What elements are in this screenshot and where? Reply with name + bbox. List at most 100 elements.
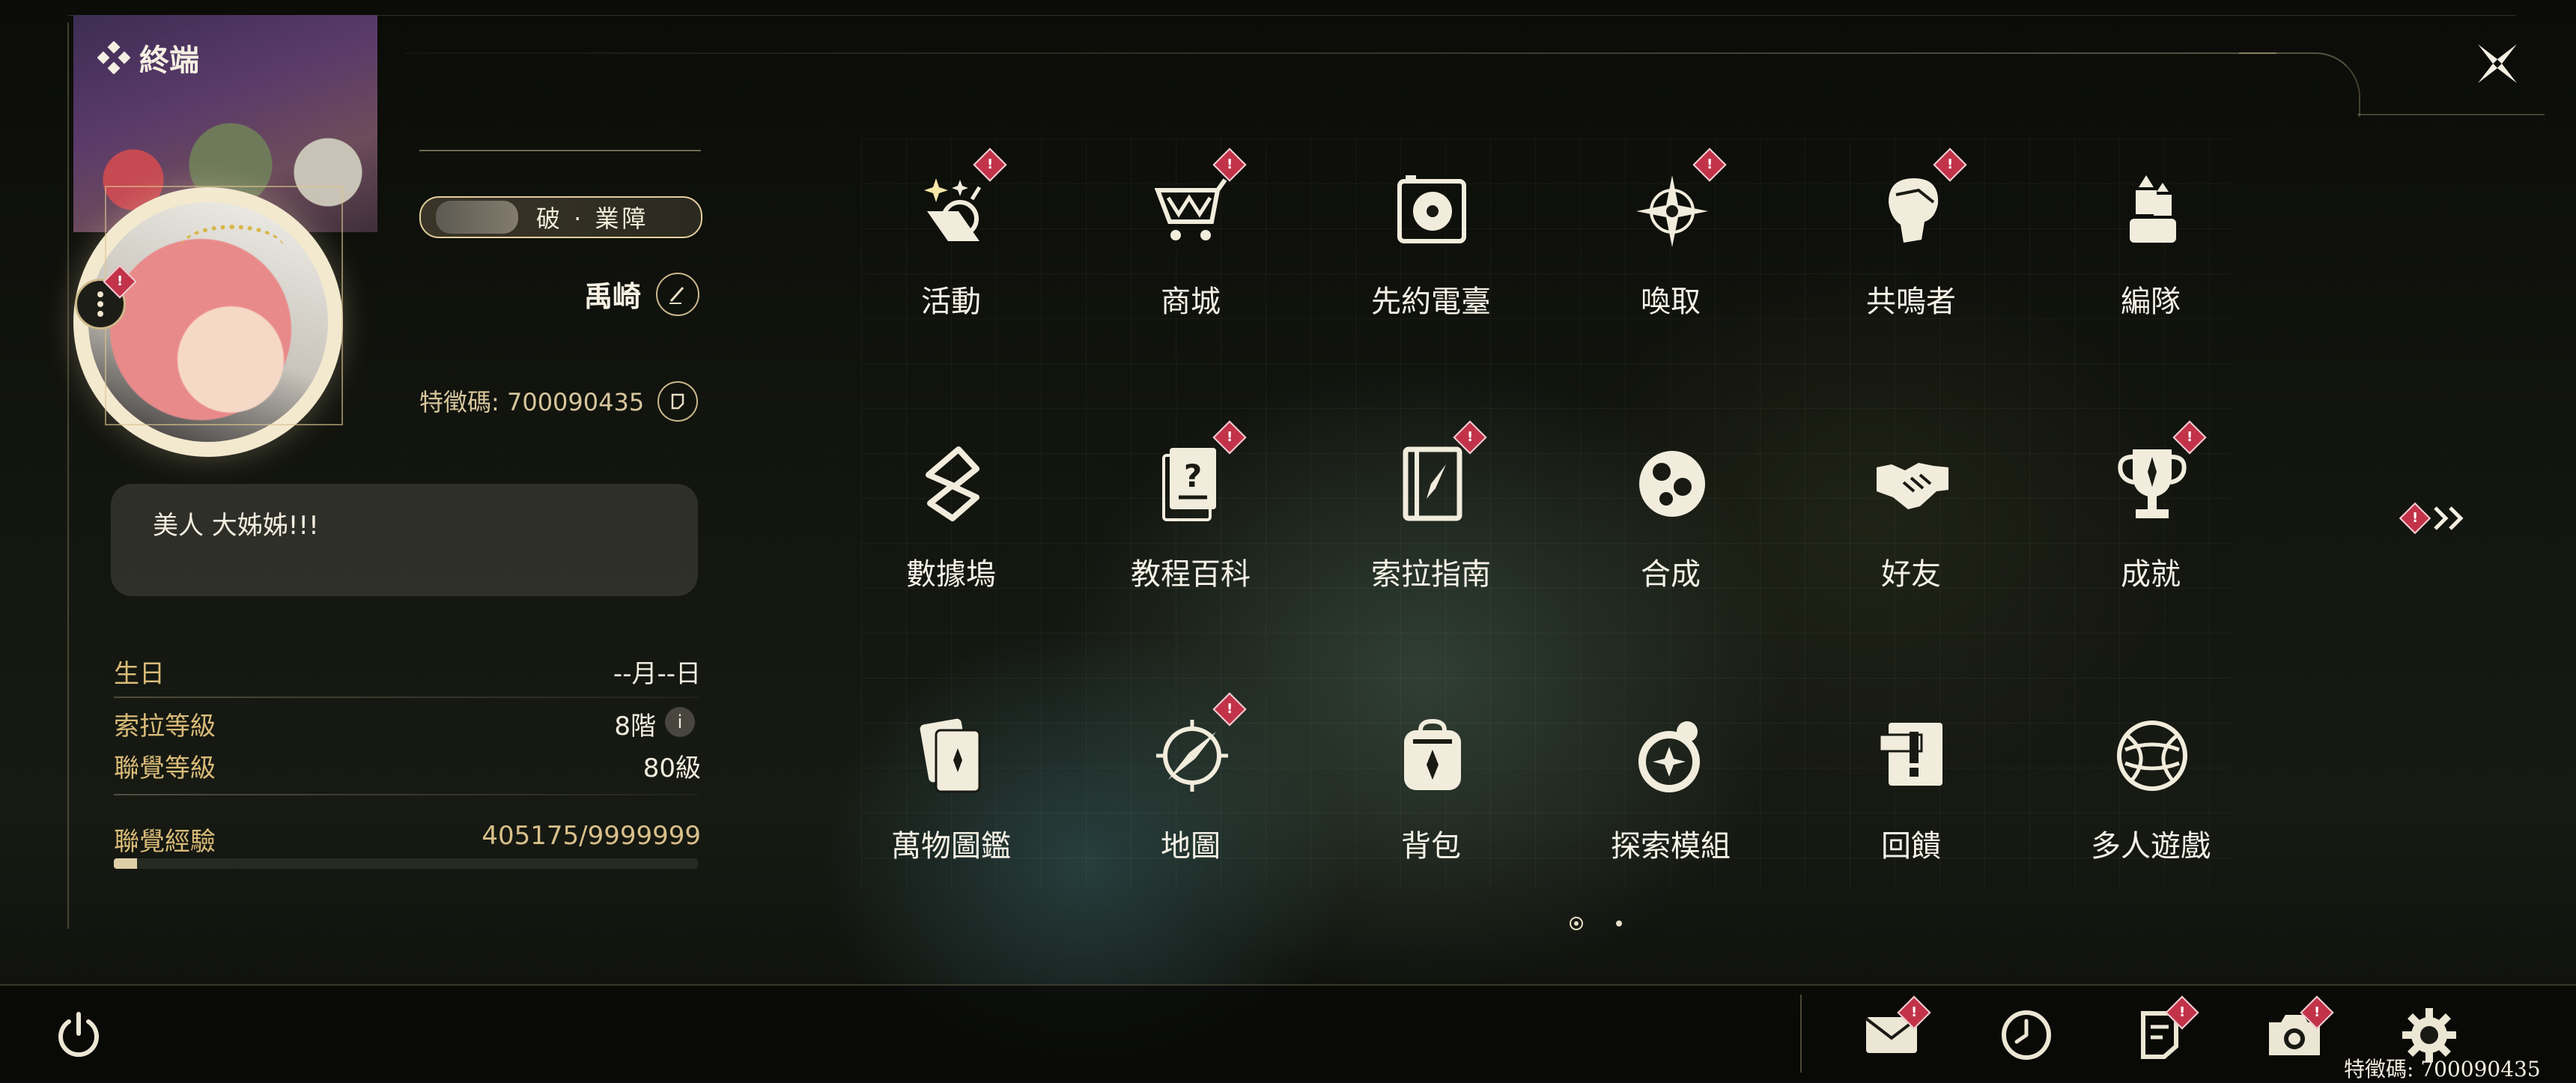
menu-item-label: 合成 [1641,557,1701,592]
menu-item-explore-module[interactable]: 探索模組 [1558,679,1783,904]
menu-item-synthesis[interactable]: 合成 [1558,407,1783,632]
menu-item-data-dock[interactable]: 數據塢 [839,407,1063,632]
menu-item-label: 探索模組 [1611,829,1731,864]
header-divider [404,52,2276,54]
copy-uid-button[interactable] [657,381,698,422]
menu-item-trophy[interactable]: ! 成就 [2038,407,2263,632]
terminal-title-text: 終端 [139,43,199,78]
team-formation-icon [2113,172,2191,250]
menu-item-label: 商城 [1161,285,1221,319]
profile-divider [419,150,701,151]
left-panel-rail [67,22,69,929]
menu-item-shopping-cart[interactable]: ! 商城 [1078,135,1303,360]
menu-item-turntable[interactable]: 先約電臺 [1319,135,1543,360]
union-level-label: 聯覺等級 [114,753,216,783]
mail-button[interactable]: ! [1862,995,1931,1064]
menu-item-character-head[interactable]: ! 共鳴者 [1799,135,2023,360]
menu-item-label: 喚取 [1641,285,1701,319]
menu-item-label: 地圖 [1161,829,1221,864]
menu-item-label: 活動 [921,285,981,319]
uid-label: 特徵碼: [419,388,499,416]
bottom-bar-divider [1800,995,1802,1073]
menu-item-label: 索拉指南 [1371,557,1491,592]
menu-item-label: 好友 [1881,557,1941,592]
menu-item-label: 背包 [1401,829,1461,864]
info-icon[interactable]: i [665,707,695,737]
menu-item-handshake[interactable]: 好友 [1799,407,2023,632]
menu-item-card-catalog[interactable]: 萬物圖鑑 [839,679,1063,904]
menu-grid-background [861,139,2232,888]
bottom-uid-text: 特徵碼: 700090435 [2344,1057,2541,1082]
page-dot[interactable] [1616,920,1622,926]
handshake-icon [1874,445,1951,523]
menu-item-label: 先約電臺 [1371,285,1491,319]
title-badge-thumbnail [436,201,518,234]
signature-text: 美人 大姊姊!!! [153,511,319,541]
menu-item-multiplayer-globe[interactable]: 多人遊戲 [2038,679,2263,904]
menu-item-label: 成就 [2121,557,2181,592]
sola-level-value: 8階 [614,712,656,741]
close-button[interactable] [2471,37,2524,90]
explore-module-icon [1633,717,1711,795]
guide-book-icon [1394,445,1471,523]
notice-button[interactable]: ! [2130,995,2199,1064]
union-exp-bar [114,858,698,869]
menu-item-label: 回饋 [1881,829,1941,864]
uid-value: 700090435 [506,388,645,416]
stat-divider [114,697,698,698]
union-level-value: 80級 [643,753,701,783]
compass-star-icon [1633,172,1711,250]
next-page-button[interactable]: ! [2399,502,2471,535]
menu-item-team-formation[interactable]: 編隊 [2038,135,2263,360]
camera-button[interactable]: ! [2264,995,2334,1064]
tutorial-book-icon: ? [1153,445,1231,523]
header-corner-curve [2239,52,2360,117]
bottom-bar [0,984,2576,1080]
copy-icon [671,393,684,410]
signature-box[interactable]: 美人 大姊姊!!! [111,484,698,596]
power-button[interactable] [52,1008,105,1061]
multiplayer-globe-icon [2113,717,2191,795]
sola-level-label: 索拉等級 [114,712,216,741]
page-dot-active[interactable] [1570,917,1583,930]
player-uid: 特徵碼: 700090435 [419,383,644,418]
character-head-icon [1874,172,1951,250]
power-icon [58,1012,99,1058]
page-indicator [1570,917,1622,930]
terminal-title: 終端 [97,36,199,79]
menu-item-feedback[interactable]: 回饋 [1799,679,2023,904]
next-page-alert-icon: ! [2399,502,2431,535]
player-name: 禹崎 [583,280,641,313]
menu-item-guide-book[interactable]: ! 索拉指南 [1319,407,1543,632]
terminal-diamond-icon [97,41,130,74]
menu-item-map-compass[interactable]: ! 地圖 [1078,679,1303,904]
turntable-icon [1394,172,1471,250]
trophy-icon [2113,445,2191,523]
union-exp-fill [114,858,138,869]
menu-item-label: 多人遊戲 [2091,829,2211,864]
birthday-label: 生日 [114,659,165,689]
menu-item-label: 教程百科 [1131,557,1251,592]
card-catalog-icon [914,717,991,795]
menu-item-sparkle-clock[interactable]: ! 活動 [839,135,1063,360]
birthday-value: --月--日 [613,659,701,689]
edit-name-button[interactable] [656,273,699,316]
stat-divider [114,794,698,795]
clock-icon [2002,1010,2051,1060]
synthesis-icon [1633,445,1711,523]
clock-button[interactable] [1996,1007,2056,1064]
menu-item-compass-star[interactable]: ! 喚取 [1558,135,1783,360]
menu-item-label: 編隊 [2121,285,2181,319]
menu-item-backpack[interactable]: 背包 [1319,679,1543,904]
title-badge-button[interactable]: 破 · 業障 [419,196,702,238]
backpack-icon [1394,717,1471,795]
avatar-frame [105,186,343,425]
feedback-icon [1874,717,1951,795]
union-exp-label: 聯覺經驗 [114,827,216,857]
double-chevron-right-icon [2434,506,2464,530]
svg-text:?: ? [1184,458,1202,494]
menu-item-tutorial-book[interactable]: ?! 教程百科 [1078,407,1303,632]
close-x-icon [2478,44,2517,83]
pencil-icon [669,287,684,304]
menu-item-label: 萬物圖鑑 [891,829,1011,864]
